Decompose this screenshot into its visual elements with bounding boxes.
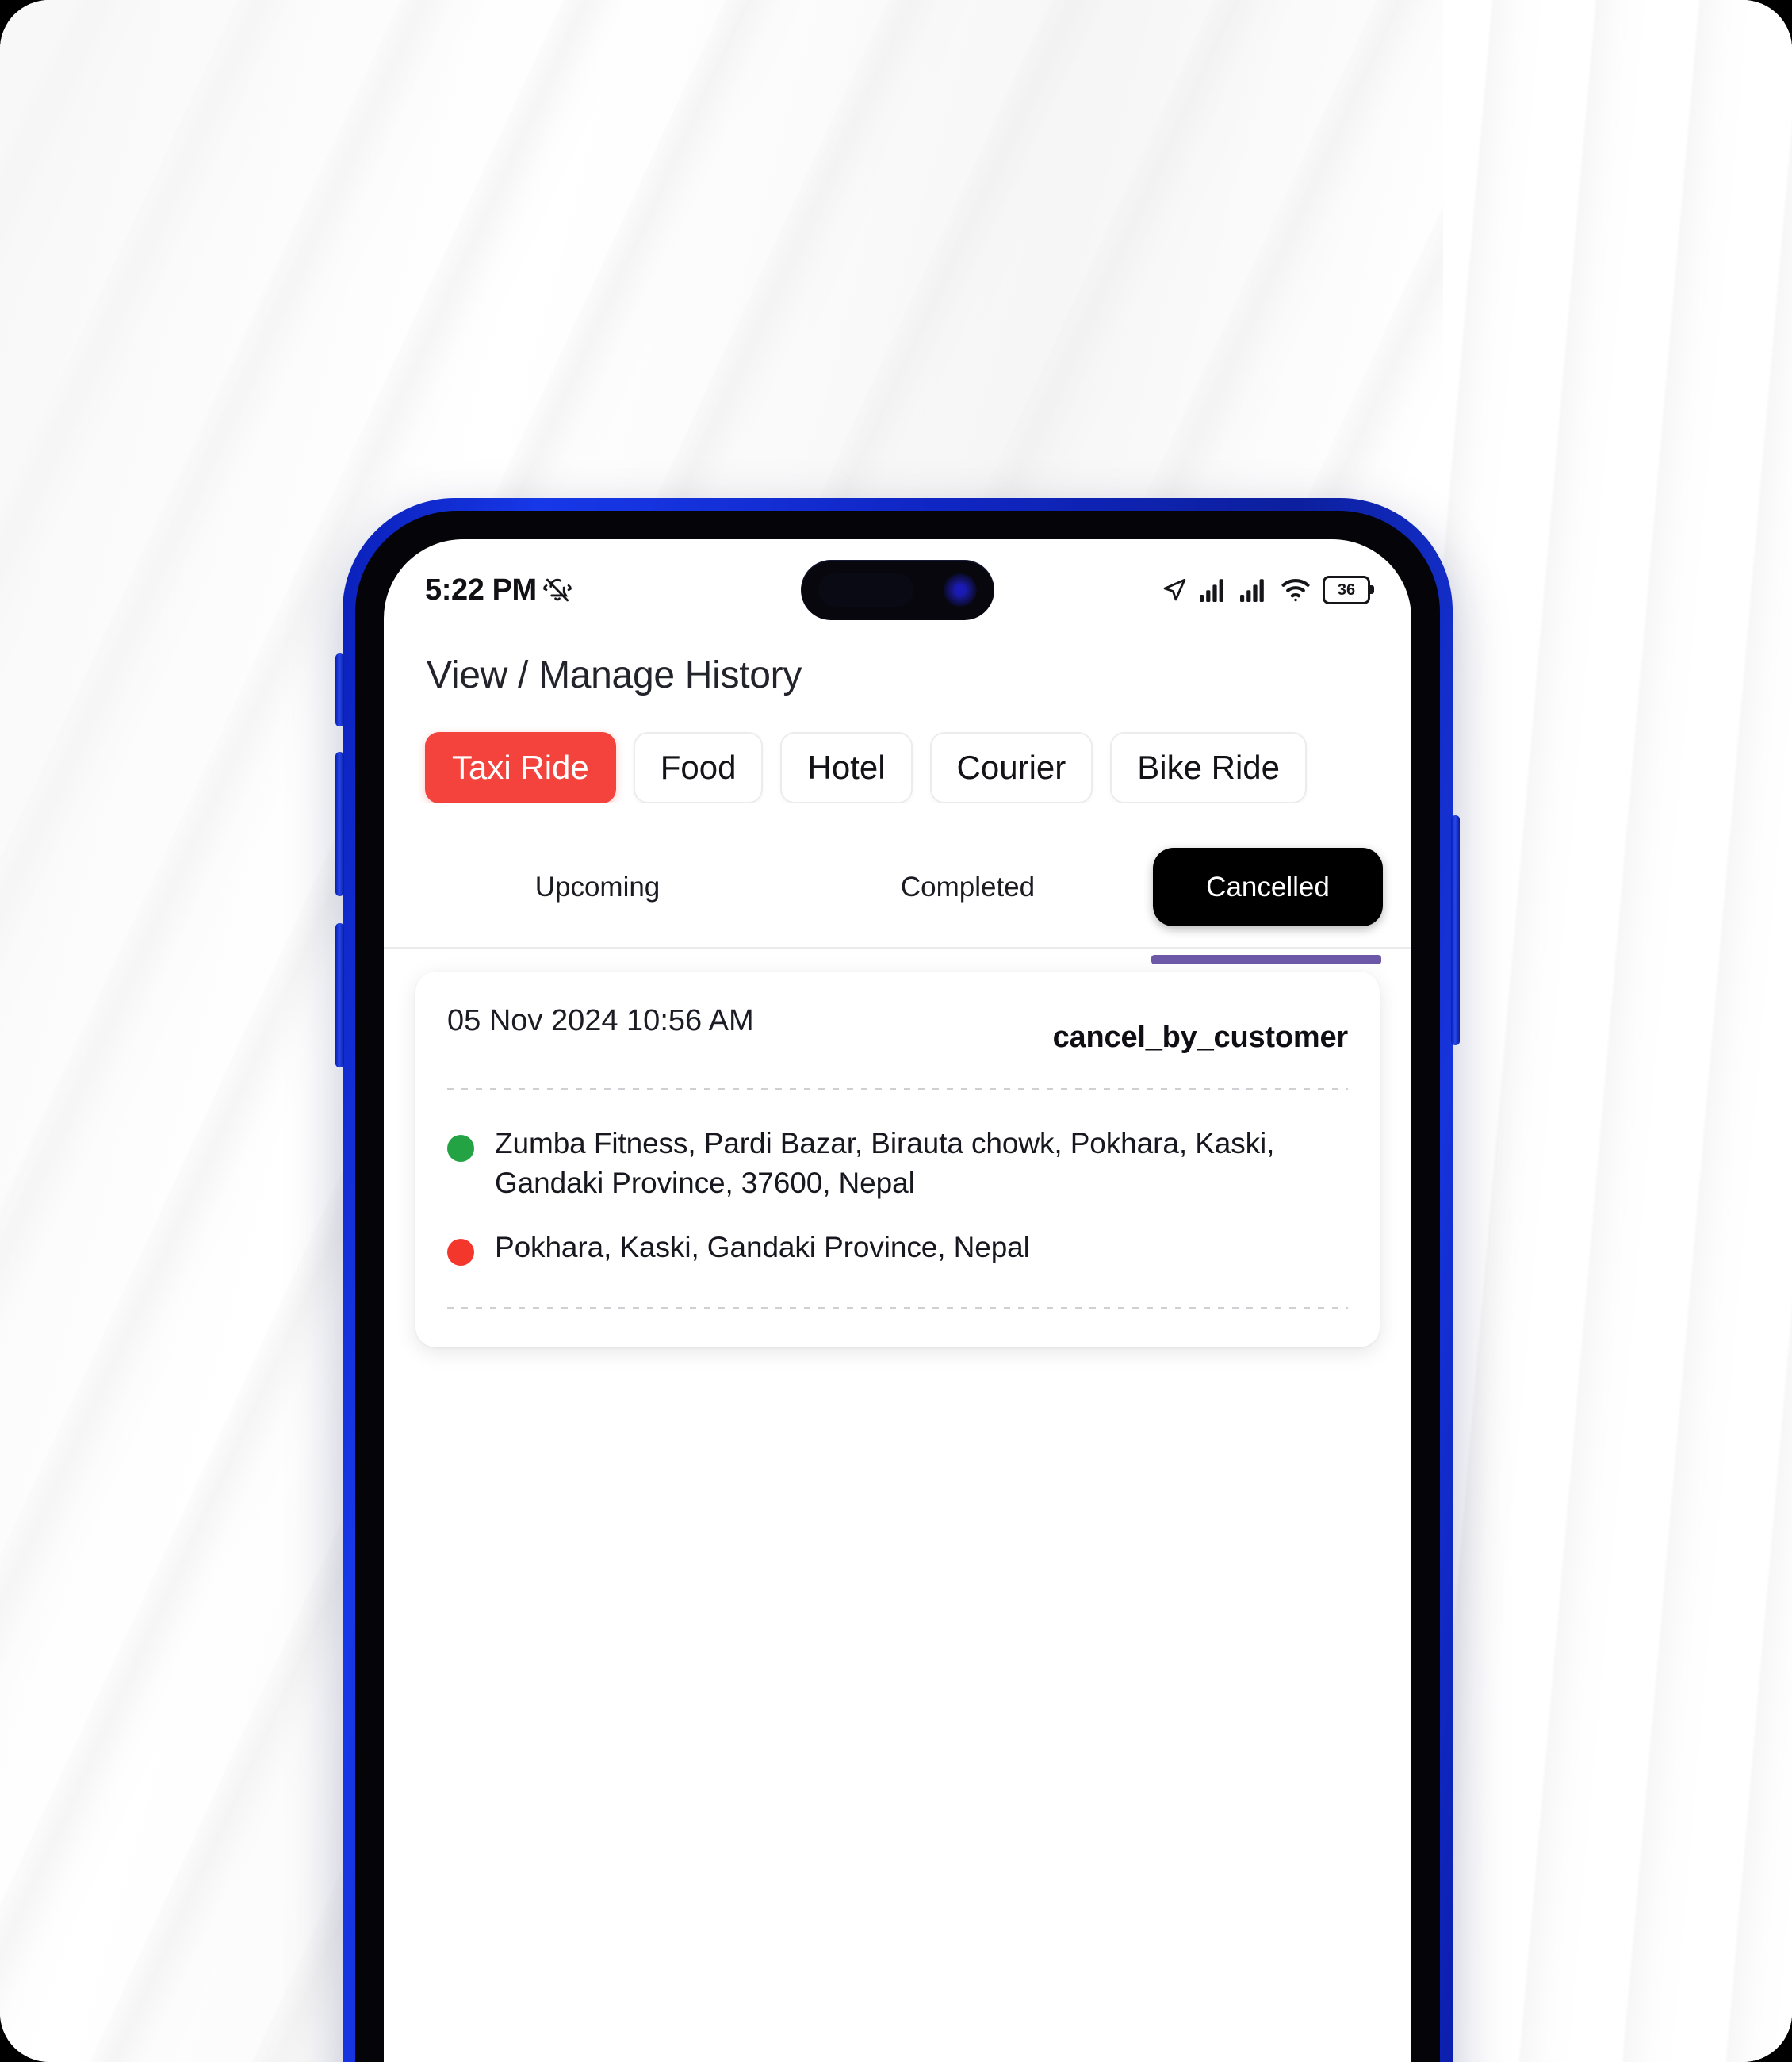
battery-icon: 36 bbox=[1323, 576, 1374, 604]
cellular-signal-icon bbox=[1200, 578, 1228, 602]
volume-down-button[interactable] bbox=[335, 923, 344, 1067]
category-chip-courier[interactable]: Courier bbox=[929, 732, 1093, 803]
battery-level-label: 36 bbox=[1337, 581, 1356, 599]
location-arrow-icon bbox=[1161, 577, 1188, 604]
screenshot-stage: 5:22 PM 36 View / Manage History Taxi Ri… bbox=[0, 0, 1792, 2062]
background-right-panel bbox=[1443, 0, 1792, 2062]
status-bar-left: 5:22 PM bbox=[425, 573, 572, 607]
history-card-header: 05 Nov 2024 10:56 AM cancel_by_customer bbox=[447, 1003, 1348, 1055]
bell-muted-icon bbox=[543, 576, 572, 604]
page-title: View / Manage History bbox=[427, 654, 802, 696]
trip-locations: Zumba Fitness, Pardi Bazar, Birauta chow… bbox=[447, 1090, 1348, 1280]
dropoff-location-row: Pokhara, Kaski, Gandaki Province, Nepal bbox=[447, 1215, 1348, 1280]
active-tab-indicator bbox=[1151, 955, 1381, 964]
category-chip-food[interactable]: Food bbox=[633, 732, 764, 803]
power-button[interactable] bbox=[1451, 815, 1460, 1045]
phone-device-mockup: 5:22 PM 36 View / Manage History Taxi Ri… bbox=[335, 498, 1460, 2062]
history-list: 05 Nov 2024 10:56 AM cancel_by_customer … bbox=[384, 949, 1411, 1347]
status-bar-right: 36 bbox=[1161, 576, 1374, 604]
device-screen: 5:22 PM 36 View / Manage History Taxi Ri… bbox=[384, 539, 1411, 2062]
status-bar-clock: 5:22 PM bbox=[425, 573, 537, 607]
volume-up-button[interactable] bbox=[335, 752, 344, 896]
status-bar: 5:22 PM 36 bbox=[384, 558, 1411, 622]
pickup-dot-icon bbox=[447, 1135, 474, 1162]
booking-datetime: 05 Nov 2024 10:56 AM bbox=[447, 1004, 754, 1037]
category-chip-bike-ride[interactable]: Bike Ride bbox=[1110, 732, 1308, 803]
cancellation-status: cancel_by_customer bbox=[1052, 1021, 1349, 1054]
mute-switch-button[interactable] bbox=[335, 653, 344, 726]
dropoff-address: Pokhara, Kaski, Gandaki Province, Nepal bbox=[495, 1231, 1030, 1264]
device-bezel: 5:22 PM 36 View / Manage History Taxi Ri… bbox=[355, 511, 1440, 2062]
tab-upcoming[interactable]: Upcoming bbox=[412, 854, 783, 920]
pickup-location-row: Zumba Fitness, Pardi Bazar, Birauta chow… bbox=[447, 1111, 1348, 1215]
dropoff-dot-icon bbox=[447, 1239, 474, 1267]
card-divider-bottom bbox=[447, 1306, 1348, 1309]
tab-cancelled[interactable]: Cancelled bbox=[1153, 848, 1383, 926]
history-card[interactable]: 05 Nov 2024 10:56 AM cancel_by_customer … bbox=[415, 972, 1380, 1347]
app-content: View / Manage History Taxi Ride Food Hot… bbox=[384, 633, 1411, 2062]
category-chip-hotel[interactable]: Hotel bbox=[780, 732, 913, 803]
tab-completed[interactable]: Completed bbox=[783, 854, 1153, 920]
cellular-signal-icon bbox=[1240, 578, 1269, 602]
category-chip-row[interactable]: Taxi Ride Food Hotel Courier Bike Ride bbox=[384, 697, 1411, 803]
status-tab-bar[interactable]: Upcoming Completed Cancelled bbox=[384, 803, 1411, 964]
category-chip-taxi-ride[interactable]: Taxi Ride bbox=[425, 732, 616, 803]
wifi-icon bbox=[1281, 578, 1311, 602]
pickup-address: Zumba Fitness, Pardi Bazar, Birauta chow… bbox=[495, 1127, 1275, 1199]
